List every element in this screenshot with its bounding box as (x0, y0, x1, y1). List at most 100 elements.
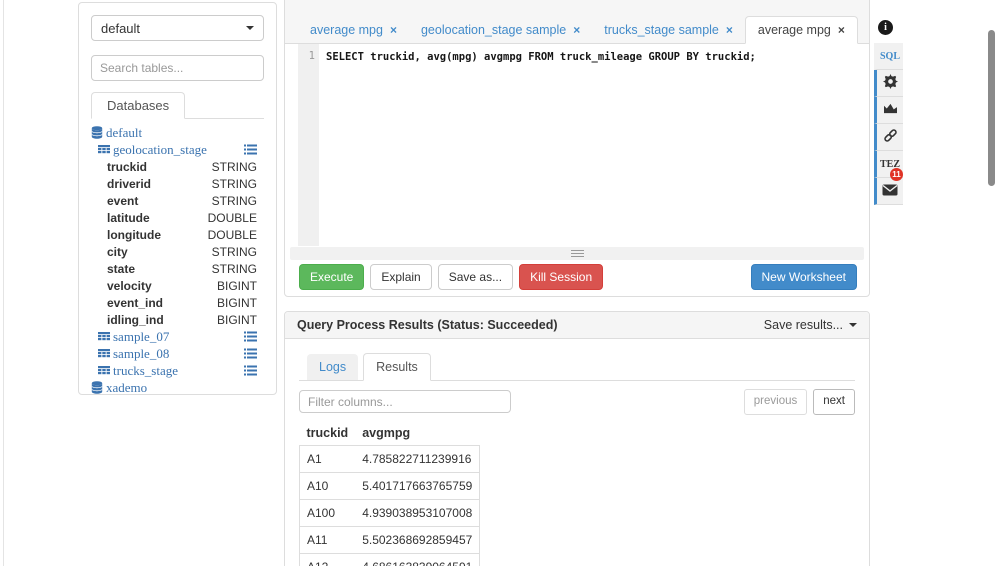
worksheet-tab[interactable]: trucks_stage sample × (592, 17, 745, 43)
tree-table-row[interactable]: geolocation_stage (91, 141, 264, 158)
database-select[interactable]: default (91, 15, 264, 41)
tree-column-row: event STRING (91, 192, 264, 209)
database-icon (91, 381, 103, 394)
save-results-label: Save results... (763, 318, 843, 332)
worksheet-tab[interactable]: geolocation_stage sample × (409, 17, 592, 43)
worksheet-tab-label: average mpg (757, 23, 831, 37)
column-name: state (107, 261, 136, 276)
table-columns-list-icon[interactable] (244, 348, 257, 359)
tree-column-row: longitude DOUBLE (91, 226, 264, 243)
chevron-down-icon (849, 323, 857, 327)
table-icon (98, 365, 110, 376)
table-columns-list-icon[interactable] (244, 331, 257, 342)
tree-table-row[interactable]: sample_07 (91, 328, 264, 345)
column-type: DOUBLE (207, 227, 257, 242)
close-tab-icon[interactable]: × (573, 24, 580, 36)
rail-item-visualization[interactable] (874, 97, 903, 124)
worksheet-tab[interactable]: average mpg × (298, 17, 409, 43)
new-worksheet-button[interactable]: New Worksheet (750, 264, 857, 290)
table-icon (98, 144, 110, 155)
rail-item-sql[interactable]: SQL (874, 43, 903, 70)
right-rail: SQL TEZ 11 (874, 43, 903, 205)
execute-button[interactable]: Execute (299, 264, 365, 290)
browser-tabbar: Databases (91, 92, 264, 119)
column-type: STRING (211, 261, 257, 276)
table-name-link[interactable]: geolocation_stage (113, 142, 207, 158)
table-browser-panel: default Databases defaultgeolocation_sta… (78, 2, 277, 395)
tree-column-row: truckid STRING (91, 158, 264, 175)
envelope-icon (882, 184, 898, 199)
table-row: A124.686163839064591 (299, 553, 480, 566)
table-name-link[interactable]: trucks_stage (113, 363, 178, 379)
column-type: DOUBLE (207, 210, 257, 225)
cell-truckid: A1 (307, 451, 322, 466)
cell-avgmpg: 5.401717663765759 (362, 478, 473, 493)
next-page-button[interactable]: next (813, 389, 855, 415)
save-as-button[interactable]: Save as... (437, 264, 514, 290)
tab-logs[interactable]: Logs (307, 354, 359, 380)
table-columns-list-icon[interactable] (244, 144, 257, 155)
page-left-divider (3, 0, 4, 566)
tree-database-row[interactable]: default (91, 124, 264, 141)
table-row: A100 4.939038953107008 (299, 499, 480, 526)
worksheet-tab-active[interactable]: average mpg × (744, 16, 858, 44)
explain-button[interactable]: Explain (370, 264, 432, 290)
save-results-dropdown[interactable]: Save results... (764, 318, 857, 332)
previous-page-button[interactable]: previous (743, 389, 808, 415)
link-icon (883, 128, 898, 146)
search-tables-input[interactable] (91, 55, 264, 81)
results-tabbar: Logs Results (299, 353, 855, 381)
cell-truckid: A12 (300, 553, 356, 566)
column-name: event_ind (107, 295, 164, 310)
line-number: 1 (308, 50, 315, 62)
tab-databases[interactable]: Databases (91, 92, 186, 119)
kill-session-button[interactable]: Kill Session (519, 264, 604, 290)
database-tree: default geolocation_stage truckid STRING dri… (91, 124, 264, 396)
notification-badge: 11 (890, 168, 903, 181)
results-toolbar: previous next (299, 389, 855, 415)
chevron-down-icon (246, 26, 254, 30)
sql-code-input[interactable]: SELECT truckid, avg(mpg) avgmpg FROM tru… (319, 44, 868, 246)
tree-column-row: state STRING (91, 260, 264, 277)
close-tab-icon[interactable]: × (838, 24, 845, 36)
tab-results[interactable]: Results (363, 353, 431, 381)
column-type: STRING (211, 244, 257, 259)
tree-column-row: idling_ind BIGINT (91, 311, 264, 328)
column-type: STRING (211, 193, 257, 208)
tree-database-row[interactable]: xademo (91, 379, 264, 396)
column-header-truckid: truckid (306, 425, 349, 440)
database-name-link[interactable]: default (106, 125, 142, 141)
rail-item-settings[interactable] (874, 70, 903, 97)
filter-columns-input[interactable] (299, 390, 511, 414)
column-name: city (107, 244, 128, 259)
tree-table-row[interactable]: sample_08 (91, 345, 264, 362)
close-tab-icon[interactable]: × (390, 24, 397, 36)
cell-avgmpg: 5.502368692859457 (362, 532, 473, 547)
cell-truckid: A100 (307, 505, 336, 520)
worksheet-actions: Execute Explain Save as... Kill Session … (299, 264, 857, 290)
worksheet-tabbar: average mpg × geolocation_stage sample × tru… (285, 0, 869, 44)
editor-resize-handle[interactable] (290, 247, 864, 260)
rail-item-link[interactable] (874, 124, 903, 151)
table-row: A11 5.502368692859457 (299, 526, 480, 553)
table-columns-list-icon[interactable] (244, 365, 257, 376)
sql-icon: SQL (879, 50, 900, 62)
column-type: STRING (211, 176, 257, 191)
results-table: truckid avgmpg A1 4.785822711239916 A10 5.4… (299, 421, 480, 566)
results-panel-header: Query Process Results (Status: Succeeded… (285, 312, 869, 339)
tree-column-row: velocity BIGINT (91, 277, 264, 294)
database-name-link[interactable]: xademo (106, 380, 147, 396)
table-name-link[interactable]: sample_08 (113, 346, 169, 362)
column-name: longitude (107, 227, 161, 242)
table-name-link[interactable]: sample_07 (113, 329, 169, 345)
results-panel: Query Process Results (Status: Succeeded… (284, 311, 870, 566)
rail-item-messages[interactable]: 11 (874, 168, 903, 205)
page-scrollbar[interactable] (988, 30, 995, 186)
column-type: BIGINT (216, 278, 257, 293)
results-title: Query Process Results (Status: Succeeded… (297, 318, 558, 332)
table-icon (98, 348, 110, 359)
column-name: driverid (107, 176, 152, 191)
tree-table-row[interactable]: trucks_stage (91, 362, 264, 379)
info-icon[interactable]: i (878, 20, 893, 35)
close-tab-icon[interactable]: × (726, 24, 733, 36)
